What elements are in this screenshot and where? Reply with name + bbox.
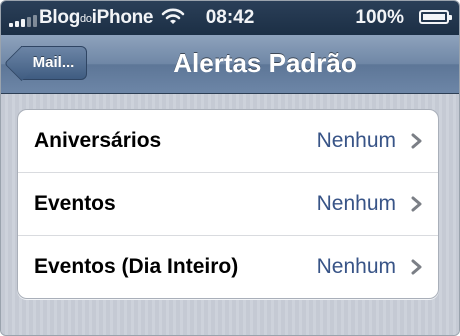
battery-icon xyxy=(419,10,452,24)
row-aniversarios[interactable]: Aniversários Nenhum xyxy=(18,110,438,173)
row-eventos-dia-inteiro[interactable]: Eventos (Dia Inteiro) Nenhum xyxy=(18,236,438,298)
back-button-label: Mail... xyxy=(32,54,75,71)
row-label: Eventos (Dia Inteiro) xyxy=(34,255,239,278)
row-label: Eventos xyxy=(34,192,116,215)
row-value: Nenhum xyxy=(316,255,396,278)
phone-screen: BlogdoiPhone 08:42 100% Mail... Alertas … xyxy=(0,0,460,336)
chevron-right-icon xyxy=(411,133,422,149)
battery-percentage: 100% xyxy=(355,7,404,28)
status-bar: BlogdoiPhone 08:42 100% xyxy=(1,1,459,35)
chevron-right-icon xyxy=(411,259,422,275)
row-value: Nenhum xyxy=(316,129,396,152)
row-value: Nenhum xyxy=(316,192,396,215)
back-button[interactable]: Mail... xyxy=(21,46,87,80)
row-label: Aniversários xyxy=(34,129,162,152)
navigation-bar: Mail... Alertas Padrão xyxy=(1,35,459,94)
page-title: Alertas Padrão xyxy=(173,48,357,78)
alerts-group: Aniversários Nenhum Eventos Nenhum Event… xyxy=(17,109,439,299)
row-eventos[interactable]: Eventos Nenhum xyxy=(18,173,438,236)
settings-content: Aniversários Nenhum Eventos Nenhum Event… xyxy=(1,94,459,335)
chevron-right-icon xyxy=(411,196,422,212)
